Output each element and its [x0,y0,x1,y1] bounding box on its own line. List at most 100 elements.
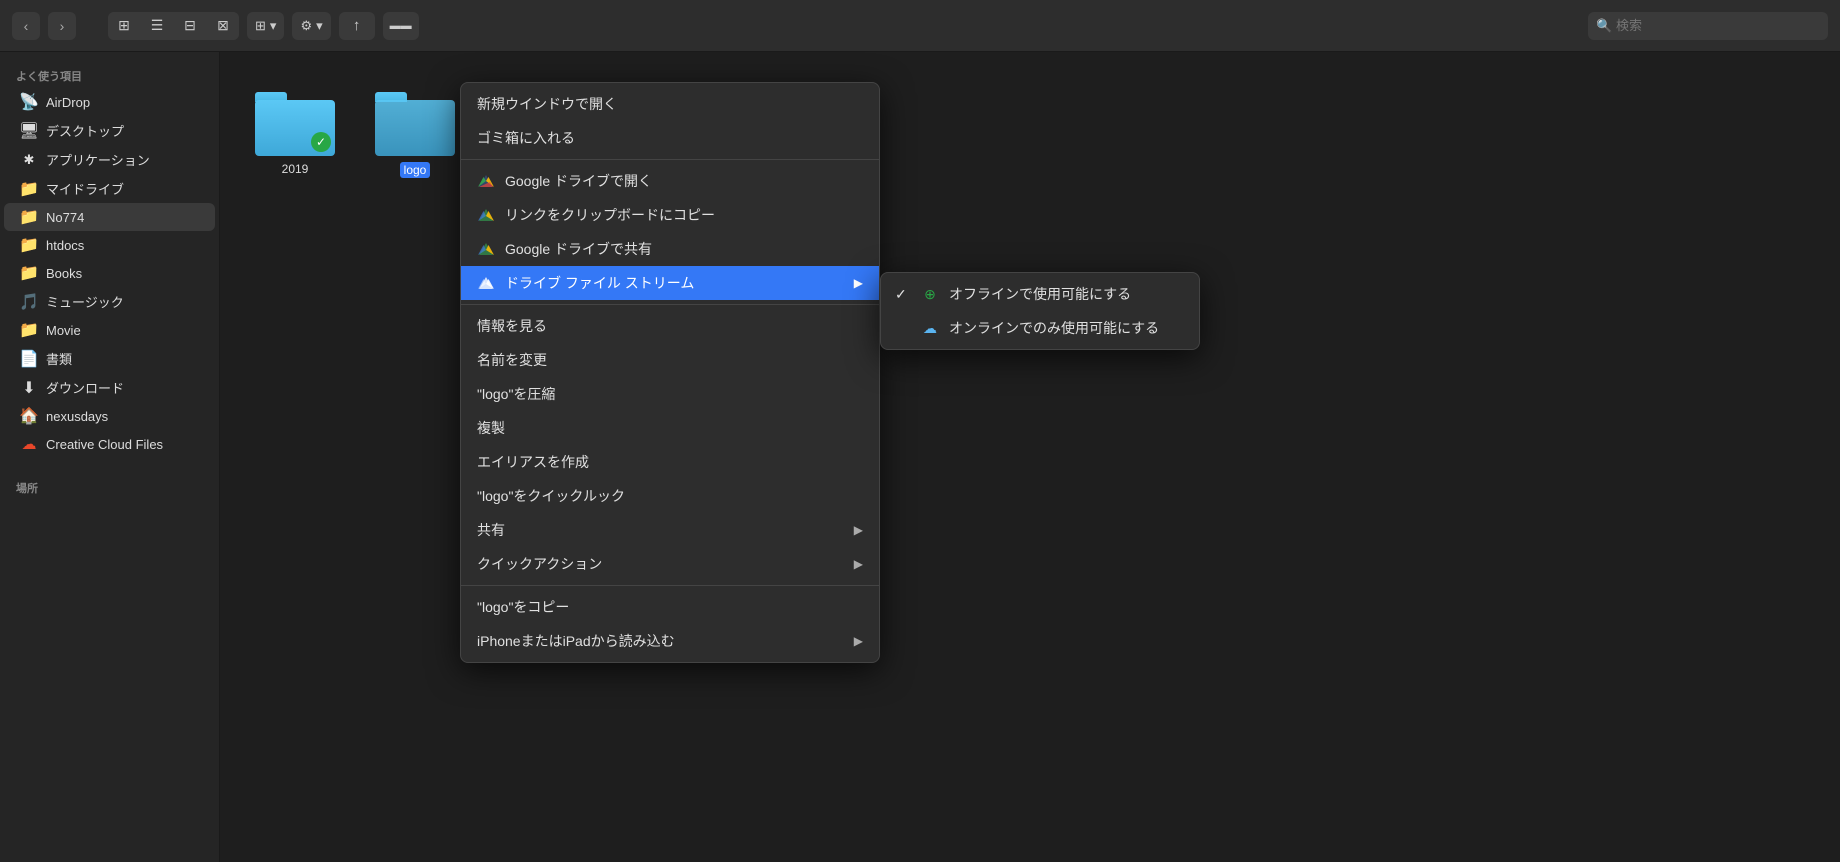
ctx-share-label: 共有 [477,520,505,540]
view-sort-dropdown[interactable]: ⊞ ▾ [247,12,284,40]
context-menu: 新規ウインドウで開く ゴミ箱に入れる ▲ [460,82,880,663]
sidebar-label-music: ミュージック [46,292,124,311]
sidebar-item-airdrop[interactable]: 📡 AirDrop [4,88,215,116]
ctx-sep-3 [461,585,879,586]
sidebar-item-htdocs[interactable]: 📁 htdocs [4,231,215,259]
sidebar: よく使う項目 📡 AirDrop 🖥 デスクトップ ✱ アプリケーション 📁 マ… [0,52,220,862]
ctx-drive-file-stream-label: ドライブ ファイル ストリーム [505,273,694,293]
offline-icon: ⊕ [921,285,939,303]
sidebar-label-htdocs: htdocs [46,238,84,253]
sidebar-item-nexusdays[interactable]: 🏠 nexusdays [4,402,215,430]
gdrive-icon-2 [477,206,495,224]
back-button[interactable]: ‹ [12,12,40,40]
movie-icon: 📁 [20,321,38,339]
ctx-trash[interactable]: ゴミ箱に入れる [461,121,879,155]
documents-icon: 📄 [20,350,38,368]
ctx-share-arrow: ▶ [854,523,863,537]
search-input[interactable] [1588,12,1828,40]
folder-2019-name: 2019 [282,162,309,176]
creative-cloud-icon: ☁ [20,435,38,453]
books-icon: 📁 [20,264,38,282]
applications-icon: ✱ [20,151,38,169]
ctx-compress-label: "logo"を圧縮 [477,384,555,404]
sidebar-label-downloads: ダウンロード [46,378,124,397]
ctx-gdrive-share-label: Google ドライブで共有 [505,239,652,259]
ctx-compress[interactable]: "logo"を圧縮 [461,377,879,411]
ctx-quicklook[interactable]: "logo"をクイックルック [461,479,879,513]
ctx-copy-link-label: リンクをクリップボードにコピー [505,205,715,225]
share-button[interactable]: ↑ [339,12,375,40]
ctx-sep-1 [461,159,879,160]
toolbar: ‹ › ⊞ ☰ ⊟ ⊠ ⊞ ▾ ⚙ ▾ ↑ ▬▬ 🔍 [0,0,1840,52]
nexusdays-icon: 🏠 [20,407,38,425]
sidebar-item-applications[interactable]: ✱ アプリケーション [4,145,215,174]
ctx-gdrive-open-label: Google ドライブで開く [505,171,652,191]
sidebar-label-airdrop: AirDrop [46,95,90,110]
tag-button[interactable]: ▬▬ [383,12,419,40]
ctx-rename[interactable]: 名前を変更 [461,343,879,377]
view-icon-button[interactable]: ⊞ [108,12,140,40]
ctx-share[interactable]: 共有 ▶ [461,513,879,547]
submenu-online-only-label: オンラインでのみ使用可能にする [949,318,1159,338]
folder-logo[interactable]: logo [370,92,460,178]
ctx-import-iphone-arrow: ▶ [854,634,863,648]
ctx-rename-label: 名前を変更 [477,350,547,370]
sidebar-item-creative-cloud[interactable]: ☁ Creative Cloud Files [4,430,215,458]
ctx-info-label: 情報を見る [477,316,547,336]
sidebar-item-downloads[interactable]: ⬇ ダウンロード [4,373,215,402]
ctx-open-window-label: 新規ウインドウで開く [477,94,617,114]
locations-section-label: 場所 [0,474,219,500]
folder-2019-icon: ✓ [255,92,335,156]
ctx-import-iphone[interactable]: iPhoneまたはiPadから読み込む ▶ [461,624,879,658]
search-wrapper: 🔍 [1588,12,1828,40]
ctx-make-alias[interactable]: エイリアスを作成 [461,445,879,479]
sidebar-item-music[interactable]: 🎵 ミュージック [4,287,215,316]
view-buttons: ⊞ ☰ ⊟ ⊠ [108,12,239,40]
submenu-offline[interactable]: ✓ ⊕ オフラインで使用可能にする [881,277,1199,311]
ctx-copy[interactable]: "logo"をコピー [461,590,879,624]
sidebar-item-mydrive[interactable]: 📁 マイドライブ [4,174,215,203]
content-area: ✓ 2019 logo 新規ウインドウで開く ゴミ箱に入れる [220,52,1840,862]
folder-2019-badge: ✓ [311,132,331,152]
sidebar-label-nexusdays: nexusdays [46,409,108,424]
ctx-import-iphone-label: iPhoneまたはiPadから読み込む [477,631,675,651]
ctx-gdrive-share[interactable]: Google ドライブで共有 [461,232,879,266]
sidebar-item-no774[interactable]: 📁 No774 [4,203,215,231]
ctx-quick-actions-arrow: ▶ [854,557,863,571]
no774-icon: 📁 [20,208,38,226]
sidebar-label-creative-cloud: Creative Cloud Files [46,437,163,452]
main-area: よく使う項目 📡 AirDrop 🖥 デスクトップ ✱ アプリケーション 📁 マ… [0,52,1840,862]
ctx-gdrive-open[interactable]: ▲ Google ドライブで開く [461,164,879,198]
music-icon: 🎵 [20,293,38,311]
ctx-duplicate[interactable]: 複製 [461,411,879,445]
ctx-quicklook-label: "logo"をクイックルック [477,486,625,506]
sidebar-item-documents[interactable]: 📄 書類 [4,344,215,373]
htdocs-icon: 📁 [20,236,38,254]
ctx-quick-actions[interactable]: クイックアクション ▶ [461,547,879,581]
ctx-drive-file-stream[interactable]: ドライブ ファイル ストリーム ▶ [461,266,879,300]
sidebar-label-mydrive: マイドライブ [46,179,124,198]
desktop-icon: 🖥 [20,122,38,140]
action-dropdown[interactable]: ⚙ ▾ [292,12,330,40]
submenu-online-only[interactable]: ☁ オンラインでのみ使用可能にする [881,311,1199,345]
ctx-drive-file-stream-arrow: ▶ [854,276,863,290]
view-list-button[interactable]: ☰ [141,12,173,40]
forward-button[interactable]: › [48,12,76,40]
view-cover-button[interactable]: ⊠ [207,12,239,40]
folder-logo-icon [375,92,455,156]
ctx-copy-link[interactable]: リンクをクリップボードにコピー [461,198,879,232]
gdrive-icon-1: ▲ [477,172,495,190]
submenu: ✓ ⊕ オフラインで使用可能にする ☁ オンラインでのみ使用可能にする [880,272,1200,350]
sidebar-item-movie[interactable]: 📁 Movie [4,316,215,344]
sidebar-label-desktop: デスクトップ [46,121,124,140]
ctx-copy-label: "logo"をコピー [477,597,569,617]
view-column-button[interactable]: ⊟ [174,12,206,40]
ctx-open-window[interactable]: 新規ウインドウで開く [461,87,879,121]
sidebar-item-desktop[interactable]: 🖥 デスクトップ [4,116,215,145]
folder-2019[interactable]: ✓ 2019 [250,92,340,176]
ctx-sep-2 [461,304,879,305]
gear-icon: ⚙ [300,18,312,34]
ctx-info[interactable]: 情報を見る [461,309,879,343]
gdrive-icon-3 [477,240,495,258]
sidebar-item-books[interactable]: 📁 Books [4,259,215,287]
